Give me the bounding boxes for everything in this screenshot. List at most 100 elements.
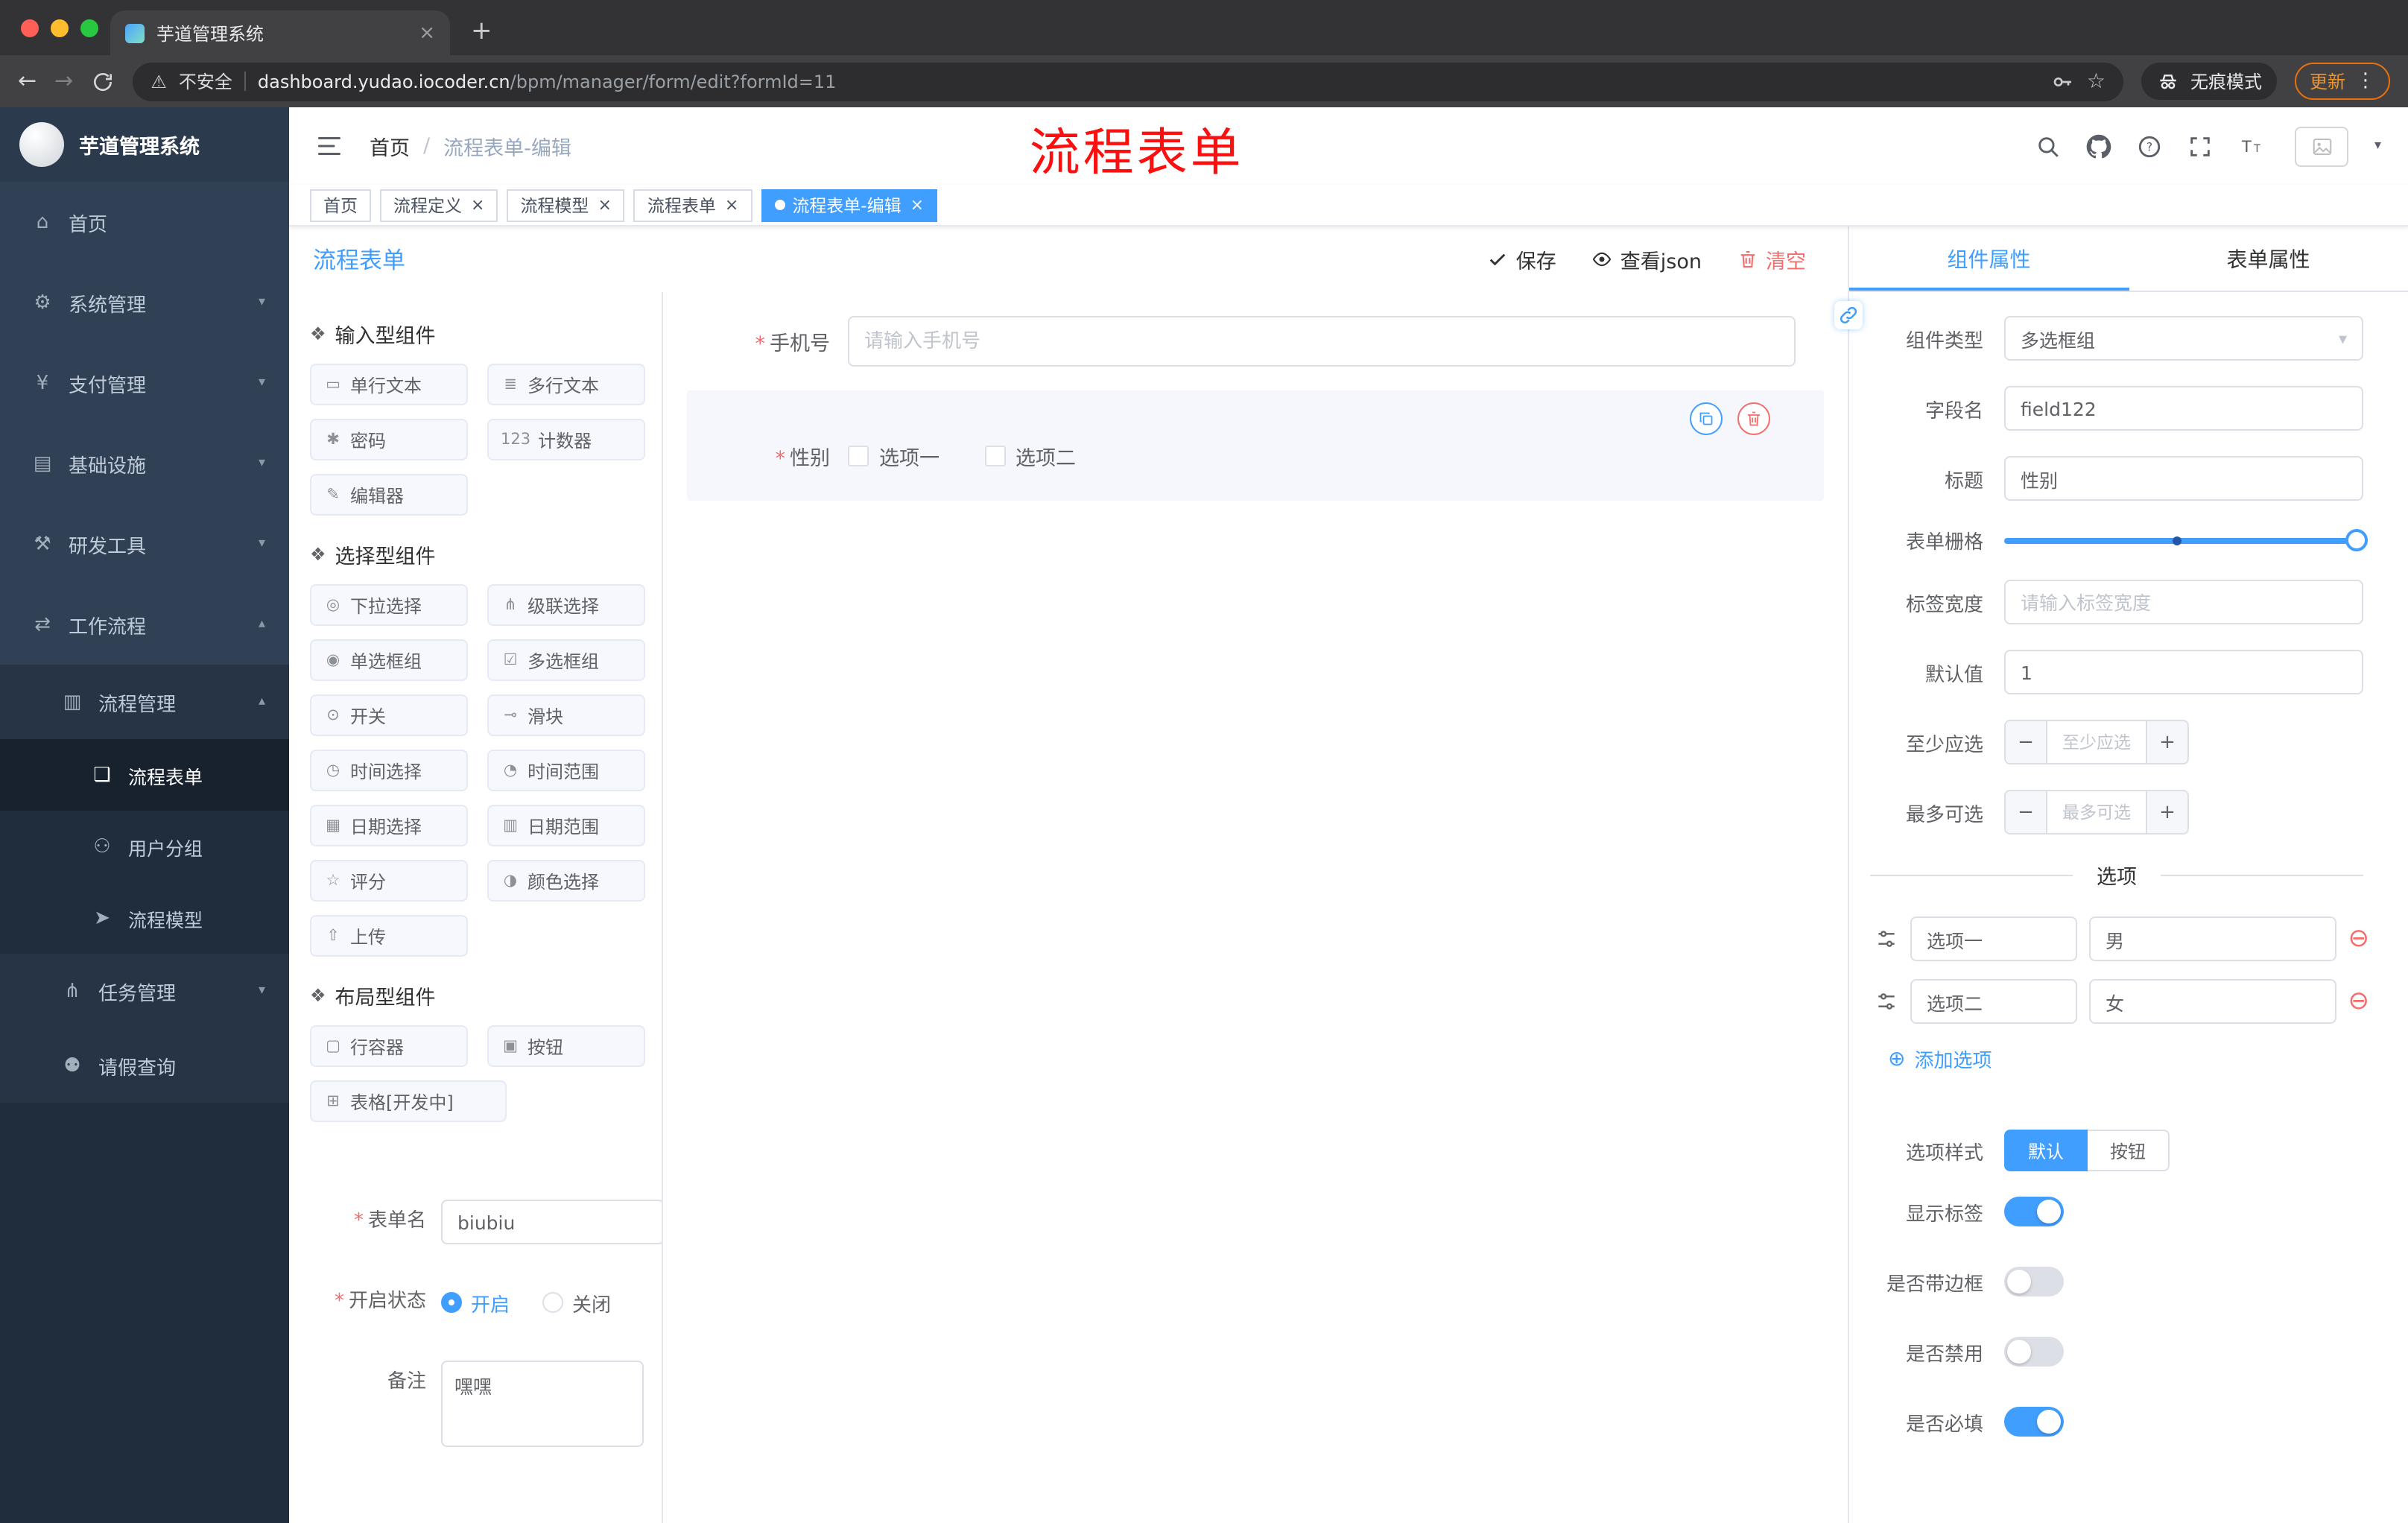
component-type-select[interactable]: 多选框组 ▾: [2004, 316, 2363, 361]
sidebar-item[interactable]: ⚙ 系统管理 ▾: [0, 262, 289, 343]
option-value-input[interactable]: [2089, 979, 2336, 1024]
component-item[interactable]: ◔ 时间范围: [487, 750, 645, 791]
help-icon[interactable]: ?: [2138, 133, 2163, 159]
component-item[interactable]: ✱ 密码: [310, 419, 468, 460]
grid-slider[interactable]: [2004, 529, 2368, 551]
tag[interactable]: 流程定义 ×: [380, 189, 498, 221]
close-icon[interactable]: ×: [419, 22, 435, 44]
checkbox-option[interactable]: 选项二: [984, 441, 1076, 471]
save-button[interactable]: 保存: [1488, 244, 1556, 274]
new-tab-button[interactable]: +: [471, 16, 492, 46]
component-item[interactable]: ◉ 单选框组: [310, 639, 468, 681]
component-item[interactable]: ◑ 颜色选择: [487, 860, 645, 902]
close-icon[interactable]: ×: [910, 195, 924, 215]
clear-button[interactable]: 清空: [1737, 244, 1806, 274]
add-option-button[interactable]: ⊕ 添加选项: [1888, 1045, 1992, 1073]
toggle-switch[interactable]: [2004, 1407, 2064, 1437]
component-item[interactable]: 123 计数器: [487, 419, 645, 460]
form-canvas[interactable]: *手机号 *性别 选项一 选项二: [663, 292, 1848, 1523]
minus-icon[interactable]: −: [2006, 721, 2047, 763]
close-icon[interactable]: ×: [725, 195, 738, 215]
component-item[interactable]: ⊞ 表格[开发中]: [310, 1080, 507, 1122]
app-logo[interactable]: 芋道管理系统: [0, 107, 289, 182]
label-width-input[interactable]: [2004, 580, 2363, 624]
component-item[interactable]: ⇧ 上传: [310, 915, 468, 957]
component-item[interactable]: ≣ 多行文本: [487, 364, 645, 405]
plus-icon[interactable]: +: [2146, 721, 2187, 763]
tag[interactable]: 流程表单 ×: [633, 189, 752, 221]
min-select-stepper[interactable]: − 至少应选 +: [2004, 720, 2189, 764]
component-item[interactable]: ◷ 时间选择: [310, 750, 468, 791]
radio-status-off[interactable]: 关闭: [542, 1288, 611, 1317]
sidebar-item[interactable]: ¥ 支付管理 ▾: [0, 343, 289, 423]
sidebar-item[interactable]: ➤ 流程模型: [0, 882, 289, 954]
drag-handle-icon[interactable]: [1875, 990, 1898, 1013]
component-item[interactable]: ☆ 评分: [310, 860, 468, 902]
close-icon[interactable]: ×: [471, 195, 484, 215]
sidebar-item[interactable]: ❏ 流程表单: [0, 739, 289, 811]
link-icon[interactable]: [1834, 301, 1863, 329]
forward-button[interactable]: →: [54, 69, 73, 92]
tag-active[interactable]: 流程表单-编辑 ×: [761, 189, 938, 221]
radio-status-on[interactable]: 开启: [441, 1288, 510, 1317]
sidebar-item[interactable]: ⋔ 任务管理 ▾: [0, 954, 289, 1028]
remove-option-icon[interactable]: ⊖: [2348, 925, 2370, 952]
menu-kebab-icon[interactable]: ⋮: [2356, 72, 2375, 91]
option-value-input[interactable]: [2089, 916, 2336, 961]
tag[interactable]: 首页: [310, 189, 371, 221]
toggle-switch[interactable]: [2004, 1267, 2064, 1296]
toggle-switch[interactable]: [2004, 1197, 2064, 1226]
toggle-switch[interactable]: [2004, 1337, 2064, 1367]
title-input[interactable]: [2004, 456, 2363, 501]
sidebar-item[interactable]: ⚒ 研发工具 ▾: [0, 504, 289, 584]
browser-tab[interactable]: 芋道管理系统 ×: [110, 10, 450, 55]
plus-icon[interactable]: +: [2146, 791, 2187, 833]
back-button[interactable]: ←: [18, 69, 37, 92]
fullscreen-icon[interactable]: [2188, 133, 2214, 159]
component-item[interactable]: ⊙ 开关: [310, 694, 468, 736]
default-value-input[interactable]: [2004, 650, 2363, 694]
checkbox[interactable]: [984, 446, 1005, 466]
sidebar-item[interactable]: ▤ 基础设施 ▾: [0, 423, 289, 504]
checkbox-option[interactable]: 选项一: [848, 441, 940, 471]
field-name-input[interactable]: [2004, 386, 2363, 431]
style-default-button[interactable]: 默认: [2004, 1130, 2088, 1171]
breadcrumb-home[interactable]: 首页: [370, 131, 410, 161]
github-icon[interactable]: [2087, 133, 2112, 159]
window-minimize-button[interactable]: [51, 19, 69, 37]
phone-input[interactable]: [848, 316, 1796, 367]
window-close-button[interactable]: [21, 19, 39, 37]
minus-icon[interactable]: −: [2006, 791, 2047, 833]
component-item[interactable]: ▭ 单行文本: [310, 364, 468, 405]
sidebar-item[interactable]: ⚇ 用户分组: [0, 811, 289, 882]
tab-form-props[interactable]: 表单属性: [2129, 227, 2408, 291]
slider-handle[interactable]: [2345, 529, 2368, 551]
remove-option-icon[interactable]: ⊖: [2348, 988, 2370, 1014]
phone-field[interactable]: * 手机号: [687, 316, 1824, 367]
max-select-stepper[interactable]: − 最多可选 +: [2004, 790, 2189, 835]
sidebar-toggle-icon[interactable]: [316, 133, 343, 159]
component-item[interactable]: ▢ 行容器: [310, 1025, 468, 1067]
form-remark-textarea[interactable]: 嘿嘿: [441, 1361, 644, 1447]
reload-button[interactable]: [91, 69, 115, 93]
update-button[interactable]: 更新 ⋮: [2294, 63, 2390, 100]
bookmark-star-icon[interactable]: ☆: [2087, 69, 2106, 93]
component-item[interactable]: ☑ 多选框组: [487, 639, 645, 681]
component-item[interactable]: ▥ 日期范围: [487, 805, 645, 846]
gender-field-selected[interactable]: * 性别 选项一 选项二: [687, 390, 1824, 501]
component-item[interactable]: ✎ 编辑器: [310, 474, 468, 516]
checkbox[interactable]: [848, 446, 869, 466]
close-icon[interactable]: ×: [598, 195, 611, 215]
option-label-input[interactable]: [1910, 916, 2077, 961]
sidebar-item[interactable]: ▥ 流程管理 ▴: [0, 665, 289, 739]
option-label-input[interactable]: [1910, 979, 2077, 1024]
tab-component-props[interactable]: 组件属性: [1849, 227, 2129, 291]
delete-component-button[interactable]: [1737, 402, 1770, 435]
window-zoom-button[interactable]: [80, 19, 98, 37]
component-item[interactable]: ⊸ 滑块: [487, 694, 645, 736]
copy-component-button[interactable]: [1690, 402, 1723, 435]
sidebar-item[interactable]: ⚉ 请假查询: [0, 1028, 289, 1103]
component-item[interactable]: ◎ 下拉选择: [310, 584, 468, 626]
search-icon[interactable]: [2036, 133, 2062, 159]
sidebar-item[interactable]: ⇄ 工作流程 ▴: [0, 584, 289, 665]
